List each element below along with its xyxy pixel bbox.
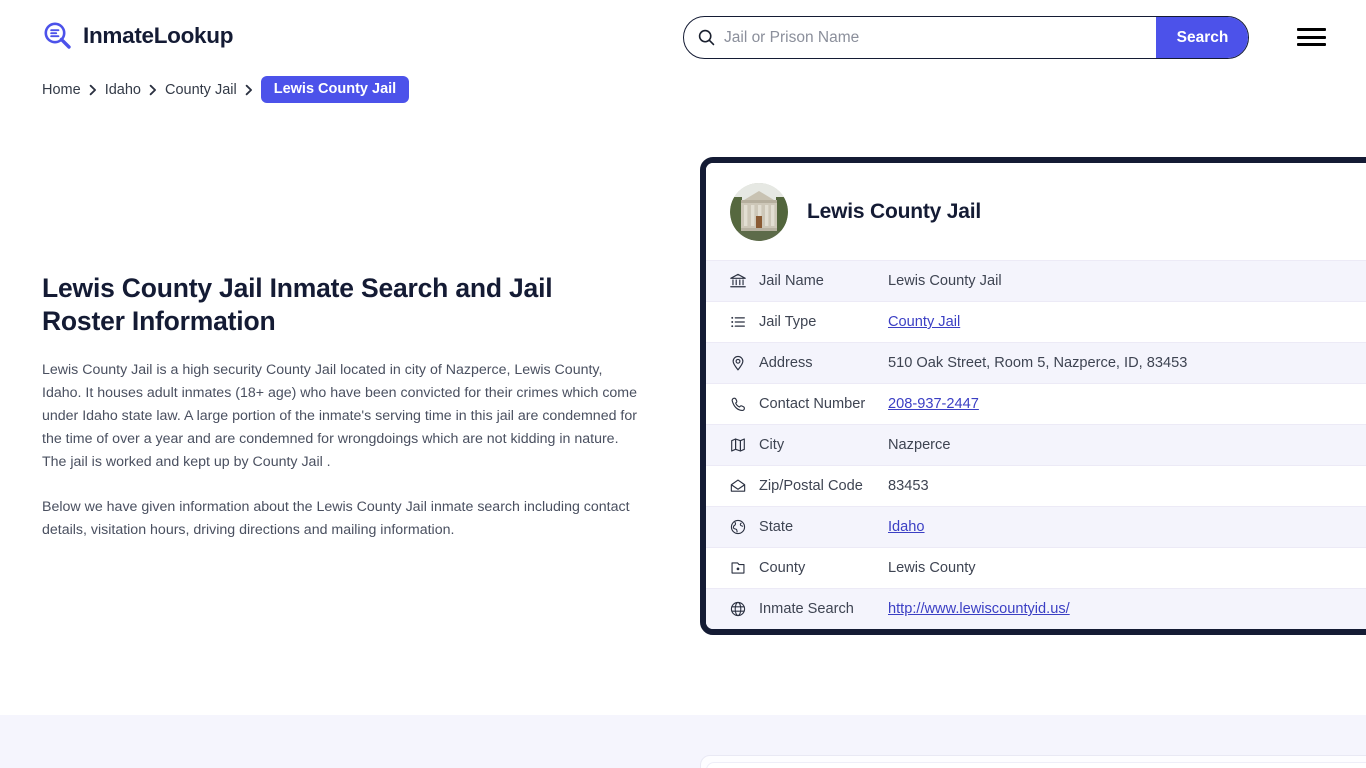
chevron-right-icon bbox=[89, 84, 97, 96]
search-input[interactable] bbox=[724, 17, 1156, 58]
county-icon bbox=[728, 559, 747, 578]
phone-icon bbox=[728, 395, 747, 414]
row-value: Lewis County Jail bbox=[888, 273, 1002, 289]
globe-icon bbox=[728, 600, 747, 619]
jail-type-link[interactable]: County Jail bbox=[888, 314, 960, 330]
search-bar[interactable]: Search bbox=[683, 16, 1249, 59]
search-list-logo-icon bbox=[42, 20, 74, 52]
row-label: City bbox=[759, 437, 785, 453]
table-row: Zip/Postal Code 83453 bbox=[706, 465, 1366, 506]
page-title: Lewis County Jail Inmate Search and Jail… bbox=[42, 273, 553, 336]
map-icon bbox=[728, 436, 747, 455]
row-label: Jail Name bbox=[759, 273, 824, 289]
hamburger-line bbox=[1297, 43, 1326, 46]
table-row: Address 510 Oak Street, Room 5, Nazperce… bbox=[706, 342, 1366, 383]
site-logo[interactable]: InmateLookup bbox=[42, 20, 233, 52]
secondary-paragraph: Below we have given information about th… bbox=[42, 499, 630, 539]
row-value: 83453 bbox=[888, 478, 929, 494]
next-card-peek-inner bbox=[706, 762, 1366, 768]
jail-info-card-title: Lewis County Jail bbox=[807, 200, 981, 223]
hamburger-line bbox=[1297, 28, 1326, 31]
globe-state-icon bbox=[728, 518, 747, 537]
row-value: 510 Oak Street, Room 5, Nazperce, ID, 83… bbox=[888, 355, 1188, 371]
row-label: State bbox=[759, 519, 794, 535]
breadcrumb: Home Idaho County Jail Lewis County Jail bbox=[42, 76, 410, 103]
row-value: Idaho bbox=[888, 519, 925, 535]
table-row: Inmate Search http://www.lewiscountyid.u… bbox=[706, 588, 1366, 629]
breadcrumb-item-county-jail[interactable]: County Jail bbox=[165, 82, 237, 98]
contact-number-link[interactable]: 208-937-2447 bbox=[888, 396, 979, 412]
chevron-right-icon bbox=[245, 84, 253, 96]
courthouse-photo bbox=[730, 183, 788, 241]
row-label: Inmate Search bbox=[759, 601, 854, 617]
search-button[interactable]: Search bbox=[1156, 17, 1248, 58]
row-label: County bbox=[759, 560, 806, 576]
map-pin-icon bbox=[728, 354, 747, 373]
row-value: http://www.lewiscountyid.us/ bbox=[888, 601, 1070, 617]
breadcrumb-current: Lewis County Jail bbox=[260, 76, 410, 103]
table-row: Contact Number 208-937-2447 bbox=[706, 383, 1366, 424]
table-row: State Idaho bbox=[706, 506, 1366, 547]
state-link[interactable]: Idaho bbox=[888, 519, 925, 535]
row-value: County Jail bbox=[888, 314, 960, 330]
hamburger-line bbox=[1297, 35, 1326, 39]
breadcrumb-item-home[interactable]: Home bbox=[42, 82, 81, 98]
search-field[interactable] bbox=[684, 17, 1156, 58]
table-row: City Nazperce bbox=[706, 424, 1366, 465]
row-value: Nazperce bbox=[888, 437, 951, 453]
inmate-search-link[interactable]: http://www.lewiscountyid.us/ bbox=[888, 601, 1070, 617]
table-row: County Lewis County bbox=[706, 547, 1366, 588]
row-value: Lewis County bbox=[888, 560, 976, 576]
row-label: Address bbox=[759, 355, 813, 371]
table-row: Jail Type County Jail bbox=[706, 301, 1366, 342]
hamburger-menu-icon[interactable] bbox=[1297, 25, 1327, 49]
row-label: Zip/Postal Code bbox=[759, 478, 863, 494]
main-content: Lewis County Jail Inmate Search and Jail… bbox=[42, 272, 642, 542]
envelope-icon bbox=[728, 477, 747, 496]
search-icon bbox=[698, 29, 715, 46]
intro-paragraph: Lewis County Jail is a high security Cou… bbox=[42, 362, 638, 471]
row-value: 208-937-2447 bbox=[888, 396, 979, 412]
logo-text: InmateLookup bbox=[83, 22, 234, 48]
jail-info-card: Lewis County Jail Jail Name Lewis County… bbox=[700, 157, 1366, 635]
row-label: Jail Type bbox=[759, 314, 817, 330]
table-row: Jail Name Lewis County Jail bbox=[706, 260, 1366, 301]
row-label: Contact Number bbox=[759, 396, 866, 412]
list-icon bbox=[728, 313, 747, 332]
page-root: InmateLookup Search Home bbox=[0, 0, 1366, 768]
bank-icon bbox=[728, 272, 747, 291]
chevron-right-icon bbox=[149, 84, 157, 96]
jail-info-card-header: Lewis County Jail bbox=[706, 163, 1366, 260]
site-header: InmateLookup Search bbox=[0, 0, 1366, 74]
breadcrumb-item-idaho[interactable]: Idaho bbox=[105, 82, 141, 98]
